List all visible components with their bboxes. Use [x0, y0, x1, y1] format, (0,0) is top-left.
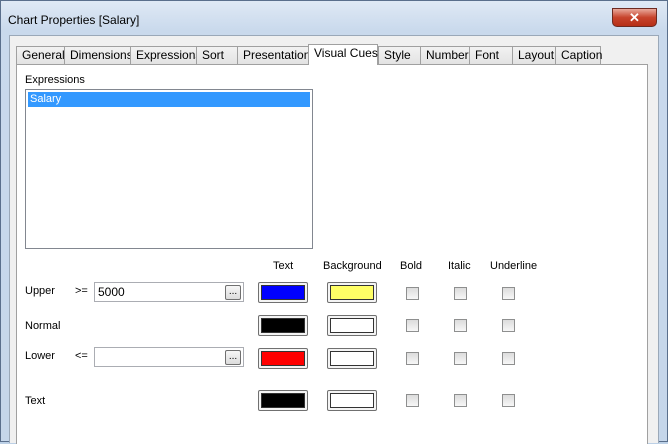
normal-bold-checkbox[interactable] — [406, 319, 419, 332]
lower-bold-checkbox[interactable] — [406, 352, 419, 365]
normal-italic-checkbox[interactable] — [454, 319, 467, 332]
normal-text-color-swatch — [261, 318, 305, 333]
lower-operator: <= — [75, 350, 88, 362]
lower-italic-checkbox[interactable] — [454, 352, 467, 365]
dialog-body: General Dimensions Expressions Sort Pres… — [9, 35, 659, 444]
column-header-italic: Italic — [448, 260, 471, 272]
lower-underline-checkbox[interactable] — [502, 352, 515, 365]
tab-presentation[interactable]: Presentation — [237, 46, 310, 64]
lower-label: Lower — [25, 350, 55, 362]
lower-text-color-button[interactable] — [258, 348, 308, 369]
normal-label: Normal — [25, 320, 61, 332]
upper-background-color-button[interactable] — [327, 282, 377, 303]
lower-background-color-button[interactable] — [327, 348, 377, 369]
tab-number[interactable]: Number — [420, 46, 470, 64]
upper-background-color-swatch — [330, 285, 374, 300]
tab-sort[interactable]: Sort — [196, 46, 238, 64]
upper-label: Upper — [25, 285, 55, 297]
upper-text-color-button[interactable] — [258, 282, 308, 303]
text-row-bold-checkbox[interactable] — [406, 394, 419, 407]
upper-value-input[interactable]: 5000 — [94, 282, 244, 302]
tab-dimensions[interactable]: Dimensions — [64, 46, 133, 64]
text-row-text-color-swatch — [261, 393, 305, 408]
text-row-label: Text — [25, 395, 46, 407]
text-row-italic-checkbox[interactable] — [454, 394, 467, 407]
normal-underline-checkbox[interactable] — [502, 319, 515, 332]
tab-layout[interactable]: Layout — [512, 46, 556, 64]
close-icon: ✕ — [629, 10, 640, 25]
normal-background-color-button[interactable] — [327, 315, 377, 336]
expression-item-salary[interactable]: Salary — [28, 92, 310, 107]
tab-general[interactable]: General — [16, 46, 65, 64]
column-header-text: Text — [273, 260, 294, 272]
lower-value-input[interactable] — [94, 347, 244, 367]
chart-properties-dialog: Chart Properties [Salary] ✕ General Dime… — [0, 0, 668, 444]
lower-browse-button[interactable]: ... — [225, 350, 241, 365]
expressions-listbox[interactable]: Salary — [25, 89, 313, 249]
tab-visual-cues[interactable]: Visual Cues — [308, 44, 378, 65]
upper-underline-checkbox[interactable] — [502, 287, 515, 300]
tab-expressions[interactable]: Expressions — [130, 46, 201, 64]
window-title: Chart Properties [Salary] — [8, 13, 140, 27]
tab-style[interactable]: Style — [378, 46, 421, 64]
title-bar: Chart Properties [Salary] ✕ — [1, 1, 667, 35]
upper-text-color-swatch — [261, 285, 305, 300]
expressions-label: Expressions — [25, 74, 85, 86]
text-row-text-color-button[interactable] — [258, 390, 308, 411]
column-header-background: Background — [323, 260, 382, 272]
upper-browse-button[interactable]: ... — [225, 285, 241, 300]
normal-background-color-swatch — [330, 318, 374, 333]
text-row-background-color-swatch — [330, 393, 374, 408]
text-row-underline-checkbox[interactable] — [502, 394, 515, 407]
upper-italic-checkbox[interactable] — [454, 287, 467, 300]
close-button[interactable]: ✕ — [612, 8, 657, 27]
lower-background-color-swatch — [330, 351, 374, 366]
lower-text-color-swatch — [261, 351, 305, 366]
normal-text-color-button[interactable] — [258, 315, 308, 336]
column-header-underline: Underline — [490, 260, 538, 272]
text-row-background-color-button[interactable] — [327, 390, 377, 411]
upper-operator: >= — [75, 285, 88, 297]
tab-caption[interactable]: Caption — [555, 46, 602, 64]
upper-bold-checkbox[interactable] — [406, 287, 419, 300]
visual-cues-panel: Expressions Salary Text Background Bold … — [16, 64, 648, 444]
column-header-bold: Bold — [400, 260, 423, 272]
tab-font[interactable]: Font — [469, 46, 513, 64]
